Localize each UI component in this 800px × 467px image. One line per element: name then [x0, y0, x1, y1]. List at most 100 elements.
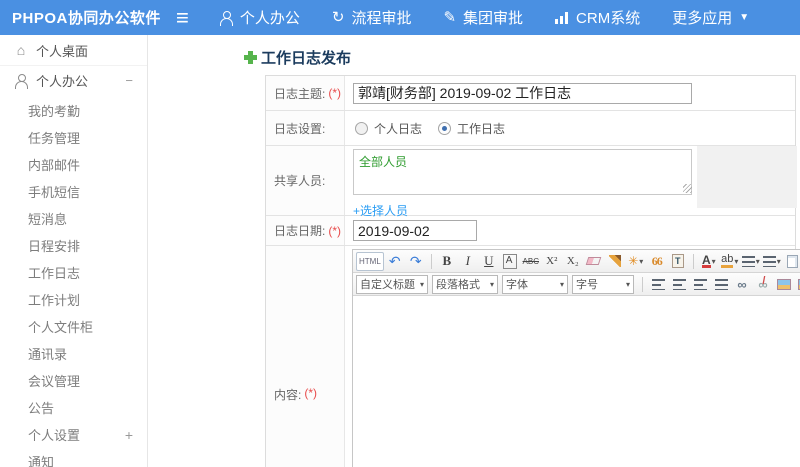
undo-icon[interactable]: ↶ — [385, 252, 405, 271]
editor-content-area[interactable] — [353, 296, 800, 467]
chevron-down-icon: ▾ — [711, 256, 716, 266]
align-center-icon — [672, 278, 686, 290]
sidebar-item-label: 个人办公 — [36, 74, 89, 89]
editor-toolbar-row1: HTML ↶ ↷ B I U A ABC X² X₂ ✳ ▾ 66 T A ▾ … — [353, 250, 800, 273]
remove-format-button[interactable] — [584, 252, 604, 271]
unlink-slash: / — [762, 274, 766, 287]
sidebar-item-work-log[interactable]: 工作日志 — [0, 259, 147, 286]
chevron-down-icon: ▾ — [755, 256, 760, 266]
sidebar: ⌂ 个人桌面 个人办公 − 我的考勤 任务管理 内部邮件 手机短信 短消息 日程… — [0, 35, 148, 467]
sidebar-item-label: 日程安排 — [28, 239, 81, 254]
font-size-select[interactable]: 字号 ▾ — [572, 274, 634, 294]
nav-label: 集团审批 — [463, 10, 524, 27]
sidebar-item-tasks[interactable]: 任务管理 — [0, 124, 147, 151]
blockquote-button[interactable]: 66 — [647, 252, 667, 271]
font-color-icon: A — [701, 253, 711, 268]
link-icon: ∞ — [737, 276, 747, 292]
sidebar-item-work-plan[interactable]: 工作计划 — [0, 286, 147, 313]
paragraph-format-select[interactable]: 段落格式 ▾ — [432, 274, 498, 294]
sidebar-item-desktop[interactable]: ⌂ 个人桌面 — [0, 35, 147, 66]
insert-image-button[interactable] — [774, 275, 794, 294]
format-painter-button[interactable] — [605, 252, 625, 271]
log-date-input[interactable] — [353, 220, 477, 241]
sidebar-item-label: 公告 — [28, 401, 55, 416]
upload-image-button[interactable] — [795, 275, 800, 294]
sidebar-item-internal-mail[interactable]: 内部邮件 — [0, 151, 147, 178]
highlight-color-button[interactable]: ab ▾ — [720, 252, 740, 271]
nav-process-approval[interactable]: ↻ 流程审批 — [332, 7, 412, 28]
person-icon — [219, 10, 233, 26]
nav-personal-office[interactable]: 个人办公 — [219, 7, 300, 28]
ordered-list-button[interactable]: ▾ — [741, 252, 761, 271]
auto-typeset-button[interactable]: ✳ ▾ — [626, 252, 646, 271]
subject-input[interactable] — [353, 82, 692, 104]
sidebar-item-notifications[interactable]: 通知 — [0, 448, 147, 467]
nav-label: 更多应用 — [672, 10, 733, 27]
sidebar-item-attendance[interactable]: 我的考勤 — [0, 97, 147, 124]
editor-toolbar-row2: 自定义标题 ▾ 段落格式 ▾ 字体 ▾ 字号 ▾ ∞ ∞ / — [353, 273, 800, 296]
nav-label: 个人办公 — [239, 10, 300, 27]
superscript-button[interactable]: X² — [542, 252, 562, 271]
chevron-down-icon: ▾ — [776, 256, 781, 266]
sidebar-item-sms[interactable]: 手机短信 — [0, 178, 147, 205]
nav-crm-system[interactable]: CRM系统 — [555, 7, 640, 28]
sidebar-item-schedule[interactable]: 日程安排 — [0, 232, 147, 259]
share-people-textarea[interactable]: 全部人员 — [353, 149, 692, 195]
page-break-button[interactable] — [783, 252, 800, 271]
sidebar-item-personal-office[interactable]: 个人办公 − — [0, 66, 147, 95]
radio-work-label[interactable]: 工作日志 — [457, 120, 505, 137]
sidebar-item-label: 任务管理 — [28, 131, 81, 146]
sidebar-item-contacts[interactable]: 通讯录 — [0, 340, 147, 367]
font-color-button[interactable]: A ▾ — [699, 252, 719, 271]
settings-label-cell: 日志设置: — [266, 111, 345, 145]
green-plus-icon — [244, 51, 257, 64]
strikethrough-button[interactable]: ABC — [521, 252, 541, 271]
settings-row: 日志设置: 个人日志 工作日志 — [266, 111, 795, 146]
font-family-select[interactable]: 字体 ▾ — [502, 274, 568, 294]
redo-icon[interactable]: ↷ — [406, 252, 426, 271]
resize-grip-icon[interactable] — [683, 184, 692, 193]
subscript-button[interactable]: X₂ — [563, 252, 583, 271]
sidebar-item-label: 个人设置 — [28, 428, 81, 443]
share-cell-filler — [697, 146, 797, 208]
sidebar-item-label: 通知 — [28, 455, 55, 467]
align-center-button[interactable] — [669, 275, 689, 294]
radio-personal-log[interactable] — [355, 121, 368, 135]
paste-text-button[interactable]: T — [668, 252, 688, 271]
sidebar-item-label: 内部邮件 — [28, 158, 81, 173]
content-row: 内容: (*) HTML ↶ ↷ B I U A ABC X² X₂ ✳ ▾ 6… — [266, 246, 800, 467]
unordered-list-button[interactable]: ▾ — [762, 252, 782, 271]
italic-button[interactable]: I — [458, 252, 478, 271]
remove-link-button[interactable]: ∞ / — [753, 275, 773, 294]
bold-button[interactable]: B — [437, 252, 457, 271]
custom-title-select[interactable]: 自定义标题 ▾ — [356, 274, 428, 294]
collapse-minus-icon[interactable]: − — [125, 73, 133, 88]
top-navbar: PHPOA协同办公软件 ≡ 个人办公 ↻ 流程审批 ✎ 集团审批 CRM系统 更… — [0, 0, 800, 35]
nav-more-apps[interactable]: 更多应用 ▼ — [672, 7, 749, 28]
html-source-button[interactable]: HTML — [356, 251, 384, 271]
radio-personal-label[interactable]: 个人日志 — [374, 120, 422, 137]
clipboard-icon: T — [671, 254, 684, 268]
align-left-button[interactable] — [648, 275, 668, 294]
insert-link-button[interactable]: ∞ — [732, 275, 752, 294]
sidebar-item-short-message[interactable]: 短消息 — [0, 205, 147, 232]
hamburger-menu-icon[interactable]: ≡ — [176, 6, 189, 29]
align-justify-button[interactable] — [711, 275, 731, 294]
sidebar-item-label: 短消息 — [28, 212, 68, 227]
align-justify-icon — [714, 278, 728, 290]
char-border-button[interactable]: A — [502, 253, 517, 269]
sidebar-item-personal-settings[interactable]: 个人设置 + — [0, 421, 147, 448]
unlink-icon: ∞ / — [758, 274, 767, 292]
radio-work-log[interactable] — [438, 121, 452, 135]
align-right-button[interactable] — [690, 275, 710, 294]
expand-plus-icon[interactable]: + — [125, 427, 133, 443]
nav-group-approval[interactable]: ✎ 集团审批 — [443, 7, 523, 28]
sidebar-item-meetings[interactable]: 会议管理 — [0, 367, 147, 394]
app-window: PHPOA协同办公软件 ≡ 个人办公 ↻ 流程审批 ✎ 集团审批 CRM系统 更… — [0, 0, 800, 467]
sidebar-item-file-cabinet[interactable]: 个人文件柜 — [0, 313, 147, 340]
underline-button[interactable]: U — [479, 252, 499, 271]
page-title: 工作日志发布 — [244, 47, 351, 68]
nav-label: 流程审批 — [351, 10, 412, 27]
sidebar-item-announcements[interactable]: 公告 — [0, 394, 147, 421]
share-label-cell: 共享人员: — [266, 146, 345, 215]
